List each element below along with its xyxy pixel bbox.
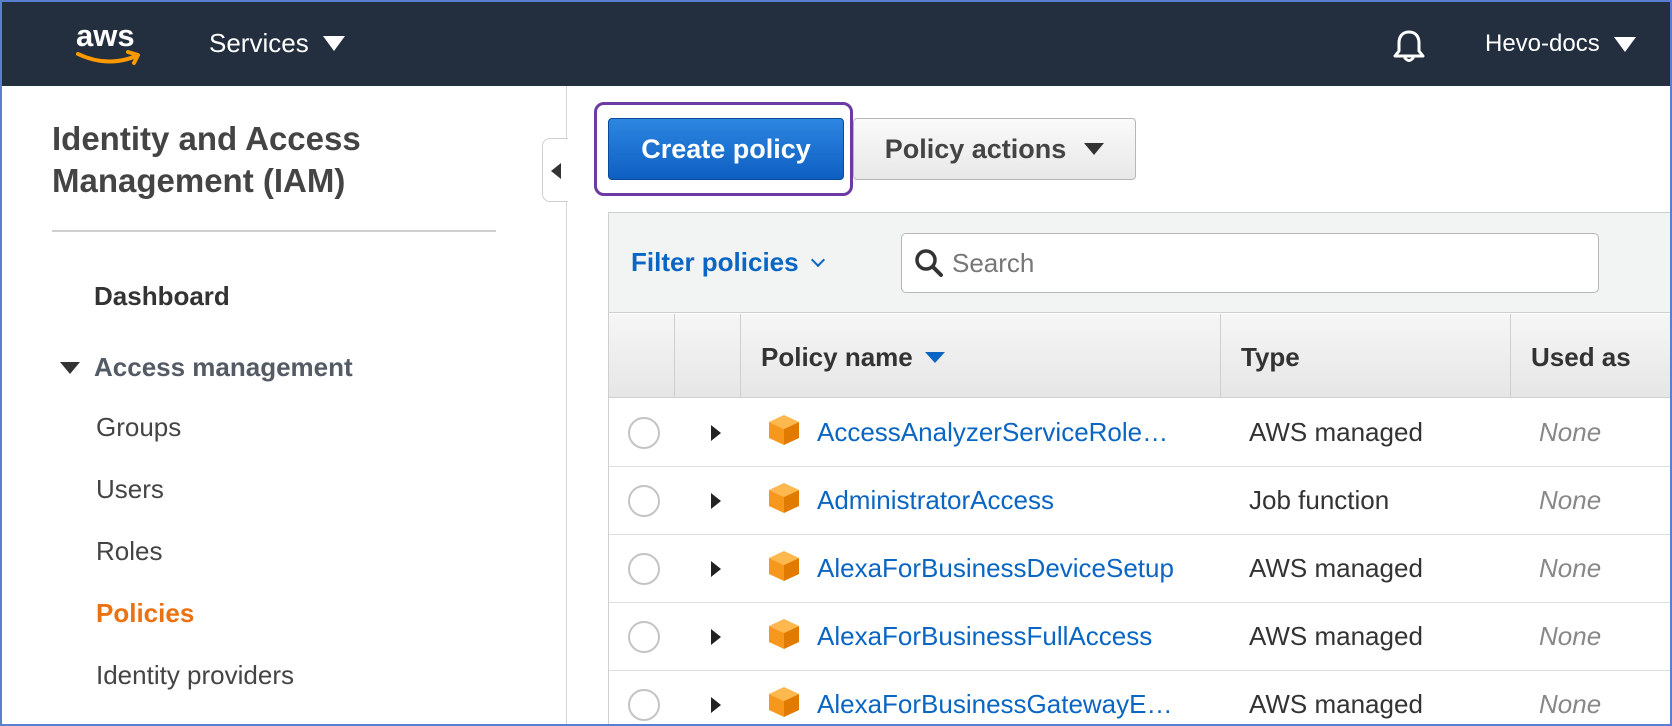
policy-used-as: None (1539, 621, 1602, 651)
sidebar-title: Identity and Access Management (IAM) (52, 120, 361, 199)
services-label: Services (209, 28, 309, 58)
sort-desc-icon (924, 352, 945, 363)
header-select-cell (609, 314, 675, 398)
caret-right-icon[interactable] (711, 629, 721, 645)
sidebar: Identity and Access Management (IAM) Das… (2, 86, 567, 724)
filter-bar: Filter policies (609, 213, 1670, 313)
policy-actions-caret-down-icon (1084, 143, 1105, 155)
caret-right-icon[interactable] (711, 697, 721, 713)
header-type-label: Type (1241, 342, 1300, 372)
policy-name-link[interactable]: AdministratorAccess (817, 485, 1197, 516)
policy-name-link[interactable]: AlexaForBusinessFullAccess (817, 621, 1197, 652)
search-icon (915, 249, 943, 277)
policy-used-as: None (1539, 485, 1602, 515)
account-label: Hevo-docs (1485, 30, 1600, 57)
header-policy-name[interactable]: Policy name (741, 314, 1221, 398)
sidebar-item-policies[interactable]: Policies (96, 598, 194, 629)
sidebar-item-users[interactable]: Users (96, 474, 164, 505)
header-type[interactable]: Type (1221, 314, 1511, 398)
table-row[interactable]: AlexaForBusinessFullAccess AWS managed N… (609, 603, 1670, 671)
row-select-radio[interactable] (628, 621, 660, 653)
caret-right-icon[interactable] (711, 425, 721, 441)
policy-used-as: None (1539, 417, 1602, 447)
sidebar-item-identity-providers[interactable]: Identity providers (96, 660, 294, 691)
caret-right-icon[interactable] (711, 561, 721, 577)
sidebar-collapse-toggle[interactable] (542, 138, 568, 202)
aws-smile-icon (76, 50, 140, 65)
search-field[interactable] (901, 233, 1599, 293)
policy-used-as: None (1539, 553, 1602, 583)
section-label: Access management (94, 352, 353, 382)
services-caret-down-icon (322, 36, 345, 51)
policy-cube-icon (769, 415, 799, 445)
sidebar-item-roles[interactable]: Roles (96, 536, 162, 567)
policy-type: Job function (1249, 485, 1390, 515)
policy-cube-icon (769, 687, 799, 717)
caret-left-icon (551, 163, 561, 179)
filter-policies-label: Filter policies (631, 247, 799, 277)
create-policy-button[interactable]: Create policy (608, 118, 844, 180)
services-menu[interactable]: Services (209, 28, 345, 59)
policy-cube-icon (769, 483, 799, 513)
header-policy-name-label: Policy name (761, 342, 913, 372)
sidebar-item-groups[interactable]: Groups (96, 412, 181, 443)
table-row[interactable]: AlexaForBusinessGatewayE… AWS managed No… (609, 671, 1670, 724)
policy-cube-icon (769, 551, 799, 581)
chevron-down-icon (810, 252, 825, 267)
aws-logo[interactable]: aws (74, 18, 144, 70)
table-row[interactable]: AlexaForBusinessDeviceSetup AWS managed … (609, 535, 1670, 603)
policy-type: AWS managed (1249, 553, 1423, 583)
header-used-as-label: Used as (1531, 342, 1631, 372)
policy-name-link[interactable]: AccessAnalyzerServiceRole… (817, 417, 1197, 448)
sidebar-divider (52, 230, 496, 232)
account-caret-down-icon (1613, 36, 1636, 52)
policy-name-link[interactable]: AlexaForBusinessDeviceSetup (817, 553, 1197, 584)
bell-icon[interactable] (1392, 28, 1426, 64)
top-nav-bar: aws Services Hevo-docs (2, 2, 1670, 86)
header-used-as[interactable]: Used as (1511, 314, 1670, 398)
policy-type: AWS managed (1249, 621, 1423, 651)
sidebar-section-access-management[interactable]: Access management (60, 352, 353, 383)
table-row[interactable]: AdministratorAccess Job function None (609, 467, 1670, 535)
caret-right-icon[interactable] (711, 493, 721, 509)
policy-type: AWS managed (1249, 689, 1423, 719)
row-select-radio[interactable] (628, 689, 660, 721)
app-window: aws Services Hevo-docs Identity and Acce… (0, 0, 1672, 726)
row-select-radio[interactable] (628, 417, 660, 449)
header-policy-name-wrap: Policy name (761, 342, 945, 373)
sidebar-item-dashboard[interactable]: Dashboard (94, 281, 230, 312)
account-menu[interactable]: Hevo-docs (1485, 30, 1636, 58)
collapse-caret-down-icon (60, 361, 80, 374)
search-input[interactable] (952, 247, 1572, 279)
row-select-radio[interactable] (628, 553, 660, 585)
row-select-radio[interactable] (628, 485, 660, 517)
header-expand-cell (675, 314, 741, 398)
filter-policies-dropdown[interactable]: Filter policies (631, 247, 825, 278)
policy-name-link[interactable]: AlexaForBusinessGatewayE… (817, 689, 1197, 720)
policy-type: AWS managed (1249, 417, 1423, 447)
policy-cube-icon (769, 619, 799, 649)
policy-actions-label: Policy actions (884, 133, 1067, 164)
policies-table: Filter policies Policy name (608, 212, 1670, 724)
policy-used-as: None (1539, 689, 1602, 719)
policy-actions-button[interactable]: Policy actions (853, 118, 1136, 180)
table-row[interactable]: AccessAnalyzerServiceRole… AWS managed N… (609, 399, 1670, 467)
table-header: Policy name Type Used as (609, 314, 1670, 398)
